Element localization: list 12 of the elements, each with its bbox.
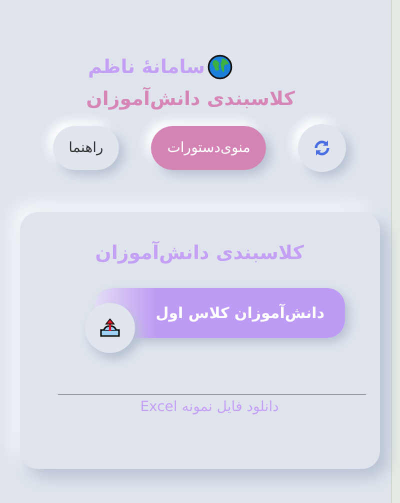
menu-button[interactable]: منوی‌دستورات [151, 126, 266, 170]
upload-icon [98, 316, 122, 340]
help-button[interactable]: راهنما [52, 126, 120, 170]
globe-icon [207, 54, 234, 80]
refresh-icon [313, 139, 332, 157]
icon-button[interactable] [84, 303, 135, 353]
card-title: کلاسبندی دانش‌آموزان [95, 242, 304, 264]
upload-button[interactable]: دانش‌آموزان کلاس اول [94, 288, 345, 338]
app-title: سامانهٔ ناظم [88, 56, 206, 78]
refresh-button[interactable] [298, 124, 346, 172]
download-link[interactable]: دانلود فایل نمونه Excel [140, 399, 279, 415]
page-subtitle: کلاسبندی دانش‌آموزان [86, 88, 295, 110]
